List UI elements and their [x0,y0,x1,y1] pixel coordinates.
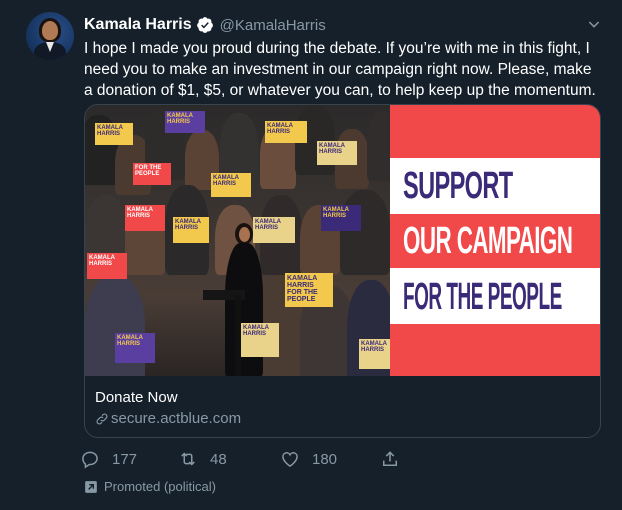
crowd-sign: KAMALA HARRIS [317,141,357,165]
banner-line-people: FOR THE PEOPLE [403,276,562,318]
like-count: 180 [312,450,338,468]
share-button[interactable] [380,447,412,471]
retweet-count: 48 [210,450,227,468]
crowd-sign: KAMALA HARRIS [241,323,279,357]
crowd-sign: KAMALA HARRIS FOR THE PEOPLE [285,273,333,307]
crowd-sign: KAMALA HARRIS [359,339,390,369]
card-url[interactable]: secure.actblue.com [95,409,592,429]
crowd-sign: KAMALA HARRIS [321,205,361,231]
crowd-sign: KAMALA HARRIS [253,217,295,243]
card-image[interactable]: KAMALA HARRIS KAMALA HARRIS KAMALA HARRIS K… [85,105,600,376]
crowd-sign: KAMALA HARRIS [95,123,133,145]
verified-badge-icon [196,17,213,33]
retweet-icon [181,452,195,466]
reply-button[interactable]: 177 [80,447,137,471]
retweet-button[interactable]: 48 [178,447,227,471]
card-url-text: secure.actblue.com [111,410,242,427]
tweet-header: Kamala Harris @KamalaHarris [84,14,326,36]
reply-icon [82,451,98,469]
promoted-text: Promoted (political) [104,479,216,494]
author-name[interactable]: Kamala Harris [84,16,192,34]
chevron-down-icon[interactable] [586,16,602,32]
crowd-sign: KAMALA HARRIS [211,173,251,197]
banner-line-support: SUPPORT [403,165,513,207]
reply-count: 177 [112,450,138,468]
author-handle[interactable]: @KamalaHarris [220,17,326,34]
card-title[interactable]: Donate Now [95,388,592,408]
like-button[interactable]: 180 [280,447,337,471]
crowd-sign: KAMALA HARRIS [115,333,155,363]
crowd-sign: KAMALA HARRIS [265,121,307,143]
avatar-face [42,21,58,40]
promoted-icon [85,480,97,493]
link-icon [96,413,108,425]
tweet-text: I hope I made you proud during the debat… [84,40,596,99]
banner-line-campaign: OUR CAMPAIGN [403,220,573,262]
card-photo: KAMALA HARRIS KAMALA HARRIS KAMALA HARRIS K… [85,105,390,376]
crowd-sign: FOR THE PEOPLE [133,163,171,185]
campaign-banner: SUPPORT OUR CAMPAIGN FOR THE PEOPLE [390,105,600,376]
heart-icon [282,452,298,467]
crowd-sign: KAMALA HARRIS [87,253,127,279]
promoted-label[interactable]: Promoted (political) [84,479,216,494]
crowd-sign: KAMALA HARRIS [165,111,205,133]
card-meta[interactable]: Donate Now secure.actblue.com [85,376,600,437]
link-card[interactable]: KAMALA HARRIS KAMALA HARRIS KAMALA HARRIS K… [84,104,601,438]
avatar[interactable] [26,12,74,60]
share-icon [383,451,397,466]
tweet-actions: 177 48 180 [80,447,410,471]
crowd-sign: KAMALA HARRIS [125,205,165,231]
crowd-sign: KAMALA HARRIS [173,217,209,243]
tweet[interactable]: Kamala Harris @KamalaHarris I hope I mad… [0,0,622,510]
